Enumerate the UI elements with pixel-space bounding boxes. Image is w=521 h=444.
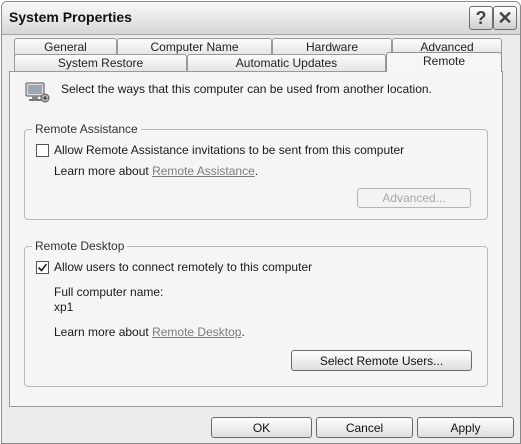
- remote-desktop-checkbox-label: Allow users to connect remotely to this …: [54, 260, 313, 274]
- learn-more-prefix: Learn more about: [54, 325, 153, 339]
- system-properties-window: System Properties ? ✕ General Computer N…: [1, 1, 521, 444]
- advanced-button[interactable]: Advanced...: [357, 188, 471, 208]
- remote-desktop-legend: Remote Desktop: [32, 239, 128, 253]
- remote-assistance-checkbox-label: Allow Remote Assistance invitations to b…: [54, 143, 405, 157]
- remote-assistance-group: Remote Assistance Allow Remote Assistanc…: [24, 122, 488, 220]
- remote-assistance-learn-more: Learn more about Remote Assistance.: [54, 164, 258, 178]
- title-bar[interactable]: System Properties ? ✕: [2, 2, 520, 35]
- ok-button[interactable]: OK: [211, 417, 312, 438]
- tab-system-restore[interactable]: System Restore: [14, 54, 187, 72]
- tab-remote[interactable]: Remote: [386, 52, 502, 72]
- remote-desktop-group: Remote Desktop Allow users to connect re…: [24, 239, 488, 387]
- intro-text: Select the ways that this computer can b…: [61, 82, 432, 96]
- learn-more-suffix: .: [254, 164, 259, 178]
- learn-more-suffix: .: [241, 325, 245, 339]
- remote-assistance-checkbox[interactable]: [36, 143, 49, 157]
- cancel-button[interactable]: Cancel: [316, 417, 413, 438]
- select-remote-users-button[interactable]: Select Remote Users...: [291, 350, 472, 371]
- remote-assistance-legend: Remote Assistance: [32, 122, 141, 136]
- remote-desktop-checkbox[interactable]: [36, 260, 49, 274]
- learn-more-prefix: Learn more about: [54, 164, 153, 178]
- tab-automatic-updates[interactable]: Automatic Updates: [187, 54, 386, 72]
- remote-desktop-link[interactable]: Remote Desktop: [152, 325, 241, 339]
- full-computer-name-value: xp1: [54, 300, 74, 314]
- checkmark-icon: [37, 263, 48, 272]
- remote-assistance-link[interactable]: Remote Assistance: [152, 164, 255, 178]
- remote-tab-panel: Select the ways that this computer can b…: [9, 71, 503, 407]
- computer-monitor-icon: [23, 81, 51, 110]
- close-icon: ✕: [497, 8, 513, 28]
- full-computer-name-label: Full computer name:: [54, 285, 164, 299]
- remote-desktop-checkbox-row[interactable]: Allow users to connect remotely to this …: [36, 260, 312, 274]
- window-title: System Properties: [9, 9, 132, 25]
- help-button[interactable]: ?: [469, 6, 493, 30]
- apply-button[interactable]: Apply: [417, 417, 514, 438]
- remote-assistance-checkbox-row[interactable]: Allow Remote Assistance invitations to b…: [36, 143, 404, 157]
- remote-desktop-learn-more: Learn more about Remote Desktop.: [54, 325, 245, 339]
- close-button[interactable]: ✕: [493, 6, 517, 30]
- help-icon: ?: [475, 8, 487, 28]
